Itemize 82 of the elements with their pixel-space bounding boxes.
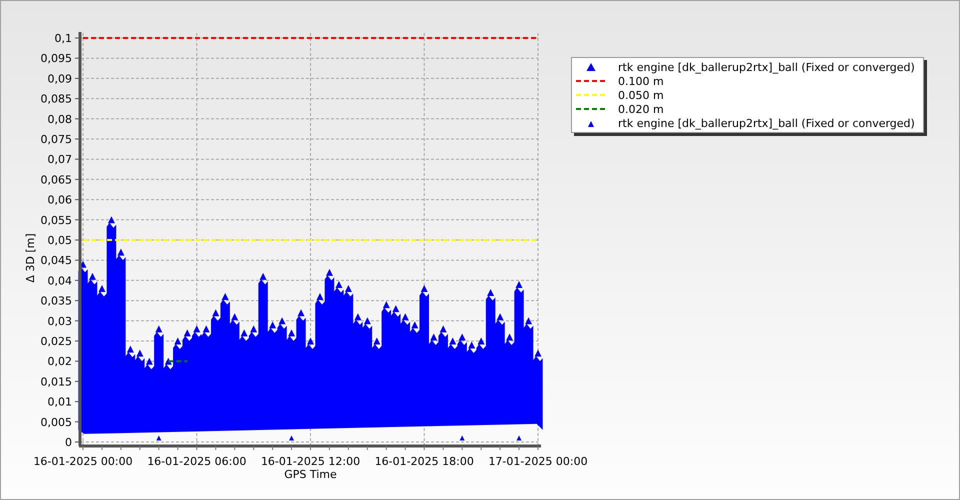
data-point bbox=[440, 325, 447, 332]
y-tick-label: 0,08 bbox=[48, 112, 72, 126]
data-point bbox=[382, 301, 390, 308]
data-point bbox=[402, 313, 409, 320]
data-point bbox=[506, 333, 514, 340]
data-point bbox=[344, 284, 352, 292]
data-point bbox=[478, 338, 485, 344]
data-point bbox=[202, 325, 210, 332]
legend-label: 0.020 m bbox=[618, 102, 664, 116]
data-point bbox=[155, 325, 162, 332]
y-tick-label: 0 bbox=[65, 436, 72, 449]
data-point bbox=[458, 333, 466, 340]
data-point bbox=[222, 293, 229, 300]
data-point bbox=[298, 309, 305, 316]
data-point bbox=[98, 284, 106, 292]
reference-line bbox=[168, 360, 188, 362]
y-tick-label: 0,075 bbox=[40, 133, 72, 146]
data-point bbox=[392, 305, 400, 312]
y-tick-label: 0,02 bbox=[48, 355, 72, 368]
y-tick-label: 0,01 bbox=[48, 396, 72, 409]
y-tick-label: 0,035 bbox=[40, 294, 72, 308]
y-tick-label: 0,065 bbox=[40, 173, 72, 186]
data-point bbox=[326, 268, 333, 276]
data-point bbox=[88, 272, 96, 280]
data-point bbox=[146, 358, 153, 365]
data-point bbox=[525, 317, 532, 324]
y-tick-label: 0,04 bbox=[48, 274, 72, 288]
data-point bbox=[335, 280, 342, 288]
y-tick-label: 0,095 bbox=[40, 52, 72, 66]
data-point bbox=[354, 313, 362, 320]
legend-label: rtk engine [dk_ballerup2rtx]_ball (Fixed or converged) bbox=[618, 60, 915, 74]
data-point bbox=[373, 338, 380, 344]
data-point bbox=[117, 248, 124, 256]
data-point bbox=[126, 346, 134, 353]
y-tick-label: 0,045 bbox=[40, 254, 72, 268]
y-tick-label: 0,005 bbox=[40, 416, 72, 429]
data-point bbox=[164, 358, 172, 365]
x-tick-label: 16-01-2025 18:00 bbox=[374, 455, 474, 468]
y-tick-label: 0,025 bbox=[40, 335, 72, 348]
legend-label: 0.050 m bbox=[618, 88, 664, 102]
x-tick-label: 16-01-2025 06:00 bbox=[147, 455, 246, 468]
y-tick-label: 0,06 bbox=[48, 194, 72, 207]
y-tick-label: 0,1 bbox=[54, 32, 72, 45]
y-tick-label: 0,05 bbox=[48, 234, 72, 247]
data-point bbox=[430, 333, 438, 340]
data-point bbox=[487, 289, 494, 296]
y-tick-label: 0,015 bbox=[40, 375, 72, 388]
data-point bbox=[240, 329, 248, 336]
data-point bbox=[449, 338, 456, 344]
data-point bbox=[174, 338, 182, 344]
legend-label: rtk engine [dk_ballerup2rtx]_ball (Fixed or converged) bbox=[618, 116, 915, 130]
data-point bbox=[516, 280, 523, 288]
data-point bbox=[364, 317, 371, 324]
legend-label: 0.100 m bbox=[618, 74, 664, 88]
x-axis-title: GPS Time bbox=[284, 468, 337, 481]
x-tick-label: 17-01-2025 00:00 bbox=[488, 455, 588, 468]
data-point bbox=[212, 309, 220, 316]
data-point bbox=[496, 313, 504, 320]
y-tick-label: 0,085 bbox=[40, 92, 72, 106]
data-point bbox=[136, 350, 144, 357]
data-point bbox=[193, 325, 200, 332]
data-point bbox=[288, 329, 296, 336]
data-point bbox=[231, 313, 238, 320]
data-point bbox=[184, 329, 191, 336]
x-tick-label: 16-01-2025 12:00 bbox=[260, 455, 360, 468]
data-point bbox=[260, 272, 267, 280]
data-point bbox=[278, 317, 286, 324]
data-point bbox=[534, 350, 542, 357]
y-tick-label: 0,03 bbox=[48, 314, 72, 328]
data-point bbox=[307, 338, 314, 344]
data-point bbox=[250, 325, 258, 332]
data-point bbox=[411, 321, 418, 328]
x-tick-label: 16-01-2025 00:00 bbox=[33, 455, 133, 468]
data-point bbox=[80, 260, 86, 268]
y-tick-label: 0,09 bbox=[48, 72, 72, 86]
data-point bbox=[269, 321, 276, 328]
data-point bbox=[420, 284, 428, 292]
data-point bbox=[316, 293, 324, 300]
y-tick-label: 0,07 bbox=[48, 153, 72, 166]
data-point bbox=[468, 342, 476, 349]
y-tick-label: 0,055 bbox=[40, 214, 72, 227]
y-axis-title: Δ 3D [m] bbox=[24, 233, 37, 283]
